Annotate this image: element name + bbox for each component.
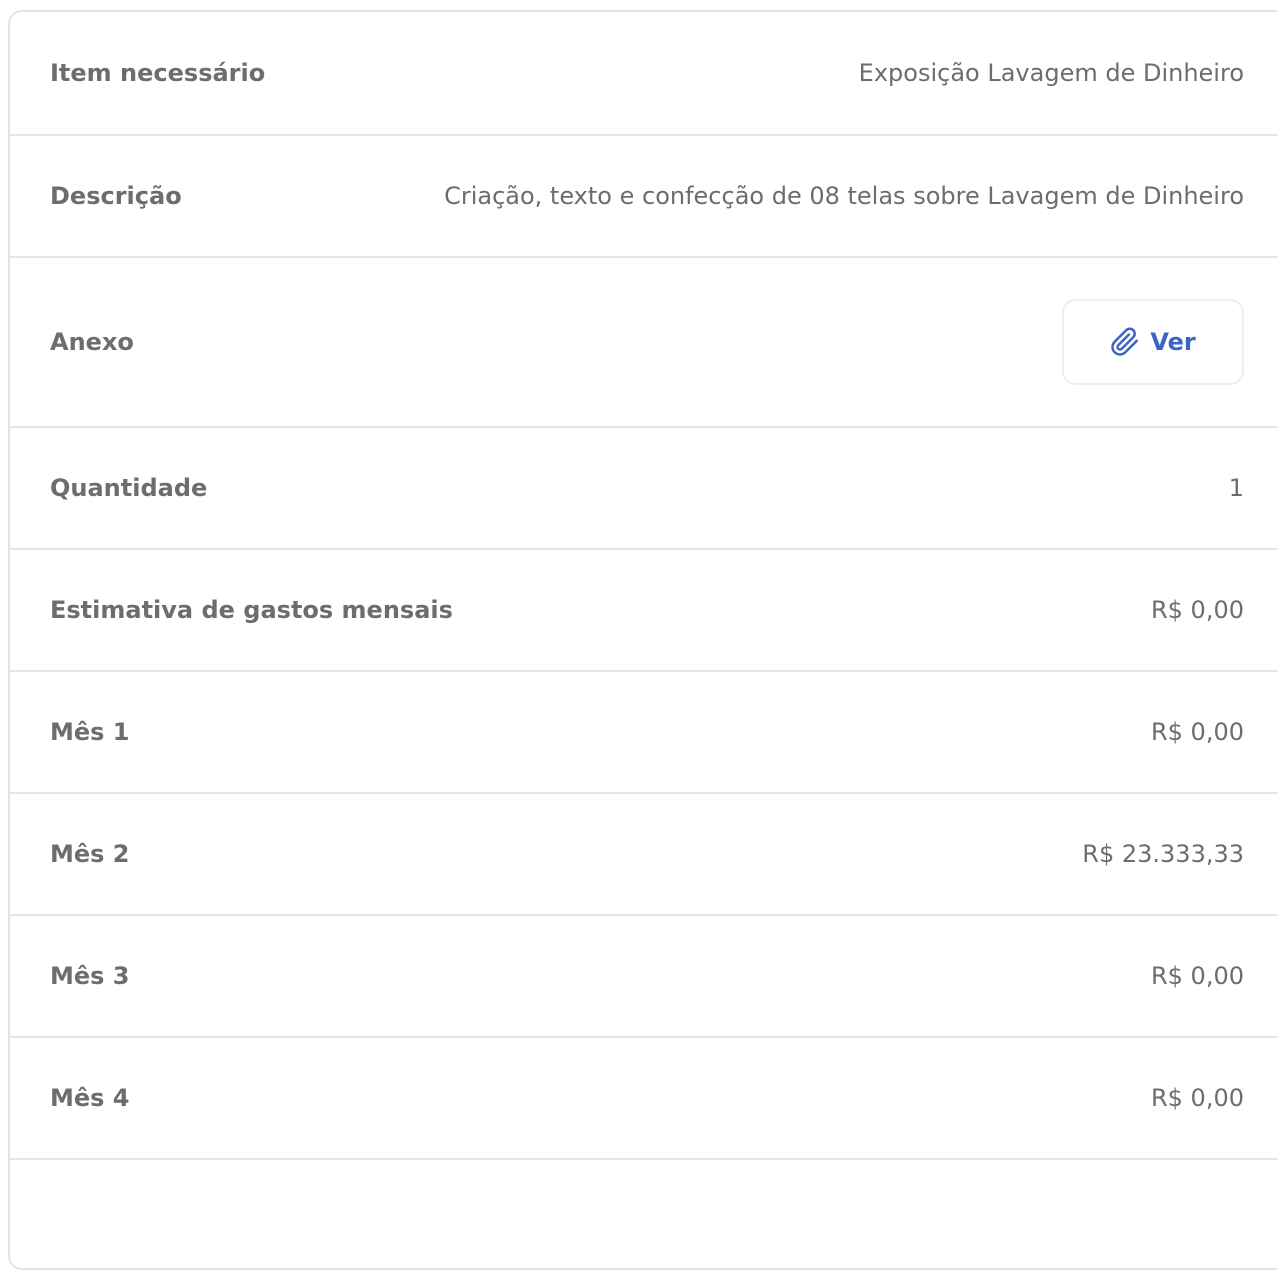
month-1-label: Mês 1 (50, 718, 130, 746)
month-4-value: R$ 0,00 (1150, 1084, 1244, 1112)
row-monthly-estimate: Estimativa de gastos mensais R$ 0,00 (10, 550, 1277, 672)
attachment-label: Anexo (50, 328, 134, 356)
month-2-value: R$ 23.333,33 (1082, 840, 1244, 868)
month-4-label: Mês 4 (50, 1084, 130, 1112)
row-month-2: Mês 2 R$ 23.333,33 (10, 794, 1277, 916)
item-value: Exposição Lavagem de Dinheiro (858, 59, 1244, 87)
row-item: Item necessário Exposição Lavagem de Din… (10, 12, 1277, 136)
paperclip-icon (1110, 325, 1140, 359)
monthly-estimate-value: R$ 0,00 (1150, 596, 1244, 624)
row-attachment: Anexo Ver (10, 258, 1277, 428)
row-description: Descrição Criação, texto e confecção de … (10, 136, 1277, 258)
row-month-4: Mês 4 R$ 0,00 (10, 1038, 1277, 1160)
description-label: Descrição (50, 182, 182, 210)
view-attachment-label: Ver (1150, 328, 1196, 356)
row-month-1: Mês 1 R$ 0,00 (10, 672, 1277, 794)
quantity-value: 1 (1228, 474, 1244, 502)
month-1-value: R$ 0,00 (1150, 718, 1244, 746)
month-3-label: Mês 3 (50, 962, 130, 990)
view-attachment-button[interactable]: Ver (1062, 299, 1244, 385)
month-3-value: R$ 0,00 (1150, 962, 1244, 990)
details-card: Item necessário Exposição Lavagem de Din… (8, 10, 1277, 1270)
row-quantity: Quantidade 1 (10, 428, 1277, 550)
description-value: Criação, texto e confecção de 08 telas s… (444, 182, 1244, 210)
quantity-label: Quantidade (50, 474, 208, 502)
monthly-estimate-label: Estimativa de gastos mensais (50, 596, 453, 624)
month-2-label: Mês 2 (50, 840, 130, 868)
row-month-3: Mês 3 R$ 0,00 (10, 916, 1277, 1038)
item-label: Item necessário (50, 59, 266, 87)
